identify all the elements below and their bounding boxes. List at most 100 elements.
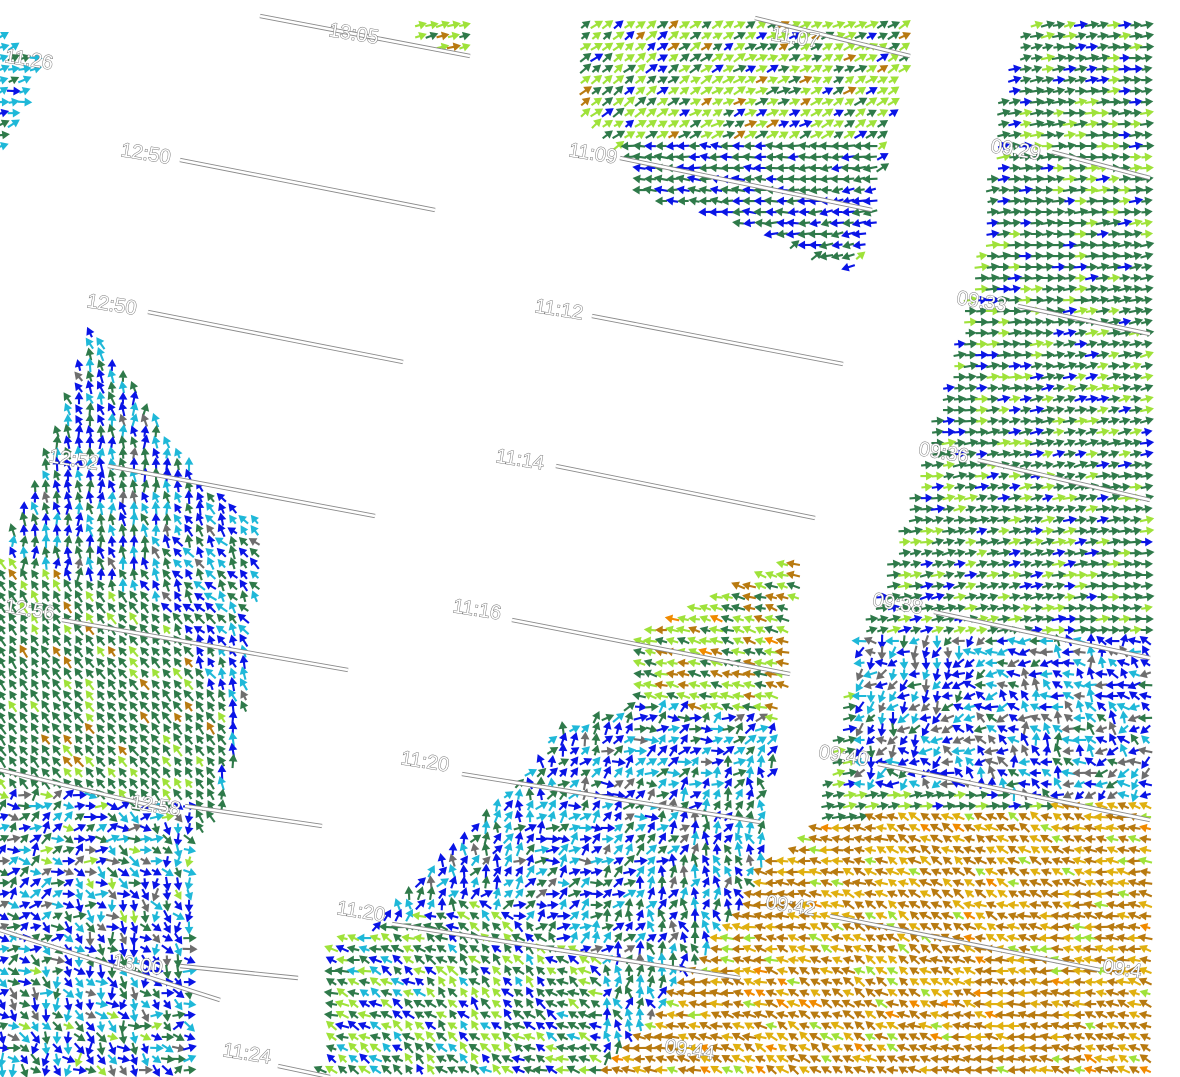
- wind-arrow: [30, 479, 40, 493]
- wind-arrow: [1016, 988, 1032, 998]
- wind-arrow: [150, 733, 161, 746]
- wind-arrow: [1117, 185, 1133, 195]
- wind-arrow: [162, 688, 172, 702]
- wind-arrow: [0, 108, 10, 118]
- wind-arrow: [491, 944, 502, 953]
- wind-arrow: [799, 1031, 811, 1043]
- wind-arrow: [603, 765, 612, 779]
- wind-arrow: [217, 788, 227, 800]
- wind-arrow: [1139, 790, 1151, 800]
- wind-arrow: [820, 1022, 832, 1031]
- wind-arrow: [943, 592, 955, 602]
- wind-arrow: [359, 989, 370, 998]
- wind-arrow: [447, 943, 458, 954]
- wind-arrow: [668, 875, 678, 889]
- wind-arrow: [1006, 856, 1020, 866]
- wind-arrow: [963, 1032, 975, 1042]
- wind-arrow: [30, 778, 40, 789]
- wind-arrow: [1083, 768, 1097, 778]
- wind-arrow: [578, 823, 594, 833]
- wind-arrow: [30, 1010, 39, 1021]
- wind-arrow: [797, 185, 810, 195]
- wind-arrow: [885, 999, 899, 1009]
- wind-arrow: [579, 834, 593, 844]
- wind-arrow: [1118, 625, 1132, 635]
- wind-arrow: [809, 923, 822, 931]
- wind-arrow: [580, 909, 589, 921]
- wind-arrow: [899, 635, 909, 649]
- wind-arrow: [151, 911, 161, 923]
- wind-arrow: [841, 251, 855, 261]
- wind-arrow: [228, 622, 238, 637]
- wind-arrow: [851, 691, 867, 701]
- wind-arrow: [63, 535, 73, 548]
- wind-arrow: [830, 878, 844, 888]
- wind-arrow: [909, 493, 923, 503]
- wind-arrow: [897, 812, 910, 822]
- wind-arrow: [734, 713, 745, 722]
- wind-arrow: [919, 570, 934, 580]
- wind-arrow: [1141, 537, 1153, 547]
- wind-arrow: [909, 911, 920, 921]
- wind-arrow: [1096, 758, 1107, 767]
- wind-arrow: [996, 240, 1012, 250]
- wind-arrow: [917, 747, 933, 756]
- wind-arrow: [623, 933, 637, 942]
- wind-arrow: [657, 864, 667, 878]
- wind-arrow: [943, 626, 955, 635]
- wind-arrow: [1031, 677, 1041, 692]
- wind-arrow: [1128, 317, 1144, 327]
- wind-arrow: [544, 955, 558, 965]
- wind-arrow: [699, 977, 711, 987]
- wind-arrow: [820, 890, 833, 898]
- wind-arrow: [558, 843, 569, 856]
- wind-arrow: [1119, 273, 1131, 283]
- wind-arrow: [853, 130, 868, 140]
- wind-arrow: [699, 152, 711, 162]
- wind-arrow: [918, 966, 932, 976]
- wind-arrow: [1140, 724, 1151, 734]
- wind-arrow: [601, 713, 615, 722]
- wind-arrow: [161, 700, 172, 713]
- wind-arrow: [667, 30, 680, 41]
- wind-arrow: [954, 690, 964, 704]
- wind-arrow: [953, 504, 967, 514]
- wind-arrow: [657, 908, 666, 923]
- wind-arrow: [920, 988, 931, 997]
- wind-arrow: [942, 922, 953, 931]
- wind-arrow: [613, 844, 624, 855]
- wind-arrow: [206, 534, 216, 548]
- wind-arrow: [1117, 240, 1133, 250]
- wind-arrow: [380, 956, 393, 964]
- wind-arrow: [997, 559, 1011, 569]
- wind-arrow: [1086, 721, 1095, 736]
- wind-arrow: [1063, 339, 1077, 349]
- wind-arrow: [1020, 548, 1032, 558]
- wind-arrow: [568, 998, 580, 1010]
- wind-arrow: [569, 824, 581, 833]
- wind-arrow: [73, 623, 84, 636]
- wind-arrow: [941, 977, 954, 986]
- wind-arrow: [755, 53, 769, 62]
- wind-arrow: [1018, 1021, 1031, 1031]
- wind-arrow: [228, 698, 238, 714]
- wind-arrow: [886, 1022, 899, 1030]
- wind-arrow: [492, 821, 502, 833]
- wind-arrow: [140, 601, 150, 614]
- wind-arrow: [106, 1010, 119, 1019]
- wind-arrow: [438, 887, 447, 900]
- wind-arrow: [985, 846, 997, 855]
- wind-arrow: [1008, 449, 1022, 459]
- wind-arrow: [558, 800, 569, 811]
- wind-vector-map[interactable]: 11:26 13:05 12:50 12:50 12:52 12:56 12:5…: [0, 0, 1180, 1077]
- wind-arrow: [129, 986, 139, 1001]
- wind-arrow: [502, 1031, 513, 1042]
- wind-arrow: [1018, 648, 1031, 656]
- wind-arrow: [150, 900, 163, 911]
- wind-arrow: [392, 1019, 403, 1032]
- wind-arrow: [107, 889, 117, 900]
- wind-arrow: [875, 999, 888, 1009]
- wind-arrow: [1039, 922, 1053, 932]
- wind-arrow: [62, 700, 73, 713]
- wind-arrow: [709, 1021, 723, 1031]
